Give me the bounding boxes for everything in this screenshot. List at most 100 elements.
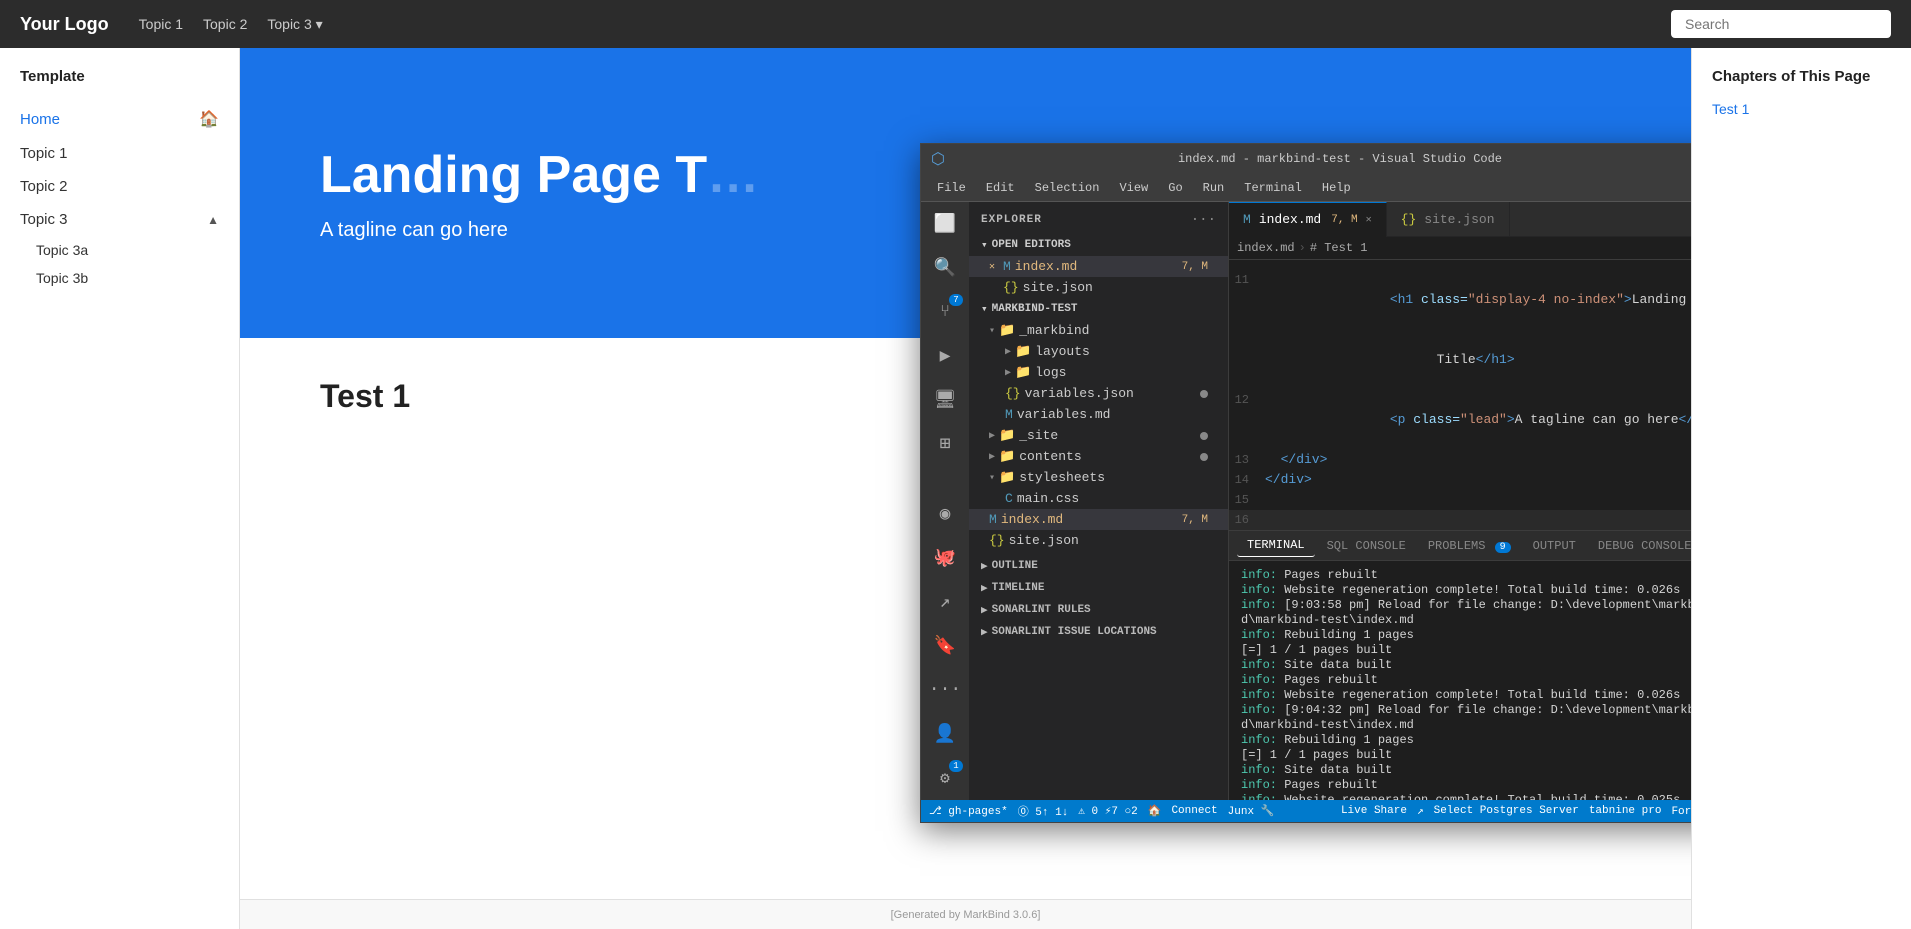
source-control-icon[interactable]: ⑂ 7: [931, 298, 959, 326]
toc-item-test1[interactable]: Test 1: [1712, 97, 1891, 121]
file-index-md-root[interactable]: M index.md 7, M: [969, 509, 1228, 530]
file-site-json-root[interactable]: {} site.json: [969, 530, 1228, 551]
menu-file[interactable]: File: [929, 177, 974, 199]
sidebar-item-topic3[interactable]: Topic 3 ▲: [0, 203, 239, 236]
sidebar-item-topic3a[interactable]: Topic 3a: [36, 236, 239, 264]
home-icon: 🏠: [199, 109, 219, 129]
terminal-tab-sql[interactable]: SQL CONSOLE: [1317, 535, 1416, 557]
status-postgres[interactable]: Select Postgres Server: [1434, 805, 1579, 817]
menu-help[interactable]: Help: [1314, 177, 1359, 199]
file-modified-badge: 7, M: [1182, 261, 1208, 273]
md-icon-2: M: [989, 512, 997, 527]
navbar-link-topic1[interactable]: Topic 1: [139, 16, 183, 33]
sidebar-item-topic2[interactable]: Topic 2: [0, 170, 239, 203]
status-live-share[interactable]: Live Share: [1341, 805, 1407, 817]
terminal-tab-problems[interactable]: PROBLEMS 9: [1418, 535, 1521, 557]
chevron-right-icon: ▶: [981, 581, 988, 595]
file-markbind-folder[interactable]: ▾ 📁 _markbind: [969, 320, 1228, 341]
explorer-icon[interactable]: ⬜: [931, 210, 959, 238]
tab-json-icon: {}: [1401, 212, 1417, 227]
editor-tab-site-json[interactable]: {} site.json: [1387, 202, 1510, 237]
folder-chevron-icon: ▶: [1005, 367, 1011, 379]
menu-edit[interactable]: Edit: [978, 177, 1023, 199]
file-stylesheets-folder[interactable]: ▾ 📁 stylesheets: [969, 467, 1228, 488]
modified-badge: 7, M: [1182, 514, 1208, 526]
file-layouts-folder[interactable]: ▶ 📁 layouts: [969, 341, 1228, 362]
settings-icon[interactable]: ⚙ 1: [931, 764, 959, 792]
editor-tab-index-md[interactable]: M index.md 7, M ✕: [1229, 202, 1387, 237]
file-contents-folder[interactable]: ▶ 📁 contents: [969, 446, 1228, 467]
close-icon[interactable]: ✕: [989, 261, 995, 273]
breadcrumb-file[interactable]: index.md: [1237, 241, 1295, 255]
file-variables-md[interactable]: M variables.md: [969, 404, 1228, 425]
terminal-tab-debug[interactable]: DEBUG CONSOLE: [1588, 535, 1691, 557]
explorer-more-icon[interactable]: ···: [1191, 212, 1216, 228]
status-connect[interactable]: Connect: [1171, 805, 1217, 817]
editor-area: M index.md 7, M ✕ {} site.json ▶ ⊟ ·: [1229, 202, 1691, 800]
terminal-content[interactable]: info: Pages rebuilt info: Website regene…: [1229, 561, 1691, 800]
menu-go[interactable]: Go: [1160, 177, 1190, 199]
code-editor[interactable]: 11 <h1 class="display-4 no-index">Landin…: [1229, 260, 1691, 530]
search-input[interactable]: [1671, 10, 1891, 38]
file-dot-indicator: [1200, 432, 1208, 440]
status-home[interactable]: 🏠: [1148, 804, 1162, 818]
terminal-tab-output[interactable]: OUTPUT: [1523, 535, 1586, 557]
run-debug-icon[interactable]: ▶: [931, 342, 959, 370]
status-branch[interactable]: ⎇ gh-pages*: [929, 804, 1008, 818]
folder-icon: 📁: [1015, 365, 1031, 380]
page-content: Landing Page T… A tagline can go here Te…: [240, 48, 1691, 929]
breadcrumb-section[interactable]: # Test 1: [1310, 241, 1368, 255]
editor-breadcrumb-bar: index.md › # Test 1: [1229, 237, 1691, 260]
file-variables-json[interactable]: {} variables.json: [969, 383, 1228, 404]
sonarlint-rules-section[interactable]: ▶ SONARLINT RULES: [969, 599, 1228, 621]
tab-close-icon[interactable]: ✕: [1366, 214, 1372, 226]
md-file-icon: M: [1003, 259, 1011, 274]
outline-section[interactable]: ▶ OUTLINE: [969, 555, 1228, 577]
remote-explorer-icon[interactable]: 🖥: [931, 386, 959, 414]
terminal-line-1: info: Pages rebuilt: [1241, 568, 1691, 582]
json-file-icon: {}: [1003, 280, 1019, 295]
live-share-icon[interactable]: ↗: [931, 588, 959, 616]
code-line-12: 12 <p class="lead">A tagline can go here…: [1229, 390, 1691, 450]
sidebar-item-topic1[interactable]: Topic 1: [0, 137, 239, 170]
menu-run[interactable]: Run: [1195, 177, 1233, 199]
menu-selection[interactable]: Selection: [1027, 177, 1108, 199]
more-icon[interactable]: ···: [931, 676, 959, 704]
toc-title: Chapters of This Page: [1712, 68, 1891, 85]
account-icon[interactable]: 👤: [931, 720, 959, 748]
open-editors-header[interactable]: ▾ OPEN EDITORS: [969, 234, 1228, 256]
status-tabnine[interactable]: tabnine pro: [1589, 805, 1662, 817]
menu-view[interactable]: View: [1111, 177, 1156, 199]
chevron-right-icon: ▶: [981, 625, 988, 639]
code-line-11b: Title</h1>: [1229, 330, 1691, 390]
file-logs-folder[interactable]: ▶ 📁 logs: [969, 362, 1228, 383]
navbar-link-topic2[interactable]: Topic 2: [203, 16, 247, 33]
code-line-15: 15: [1229, 490, 1691, 510]
menu-terminal[interactable]: Terminal: [1236, 177, 1310, 199]
status-left: ⎇ gh-pages* ⓪ 5↑ 1↓ ⚠ 0 ⚡7 ○2 🏠 Connect …: [929, 803, 1274, 819]
sidebar-item-topic3b[interactable]: Topic 3b: [36, 264, 239, 292]
status-sync[interactable]: ⓪ 5↑ 1↓: [1018, 803, 1069, 819]
status-errors[interactable]: ⚠ 0 ⚡7 ○2: [1078, 804, 1137, 818]
open-file-site-json[interactable]: ✕ {} site.json: [969, 277, 1228, 298]
terminal-line-13: info: Pages rebuilt: [1241, 778, 1691, 792]
search-icon[interactable]: 🔍: [931, 254, 959, 282]
bookmarks-icon[interactable]: 🔖: [931, 632, 959, 660]
json-icon-2: {}: [989, 533, 1005, 548]
terminal-tab-terminal[interactable]: TERMINAL: [1237, 534, 1315, 557]
file-site-folder[interactable]: ▶ 📁 _site: [969, 425, 1228, 446]
navbar-link-topic3[interactable]: Topic 3 ▾: [267, 16, 322, 33]
github-icon[interactable]: 🐙: [931, 544, 959, 572]
timeline-icon[interactable]: ◉: [931, 500, 959, 528]
timeline-section[interactable]: ▶ TIMELINE: [969, 577, 1228, 599]
open-file-index-md[interactable]: ✕ M index.md 7, M: [969, 256, 1228, 277]
sonarlint-issues-section[interactable]: ▶ SONARLINT ISSUE LOCATIONS: [969, 621, 1228, 643]
workspace-header[interactable]: ▾ MARKBIND-TEST: [969, 298, 1228, 320]
status-junx[interactable]: Junx 🔧: [1228, 804, 1275, 818]
folder-chevron-icon: ▶: [989, 430, 995, 442]
status-formatting[interactable]: Formatting: ✓: [1671, 804, 1691, 818]
file-main-css[interactable]: C main.css: [969, 488, 1228, 509]
sidebar-item-home[interactable]: Home 🏠: [0, 101, 239, 137]
extensions-icon[interactable]: ⊞: [931, 430, 959, 458]
code-line-16: 16 # Test 1 You, seconds ago | 1 author …: [1229, 510, 1691, 530]
